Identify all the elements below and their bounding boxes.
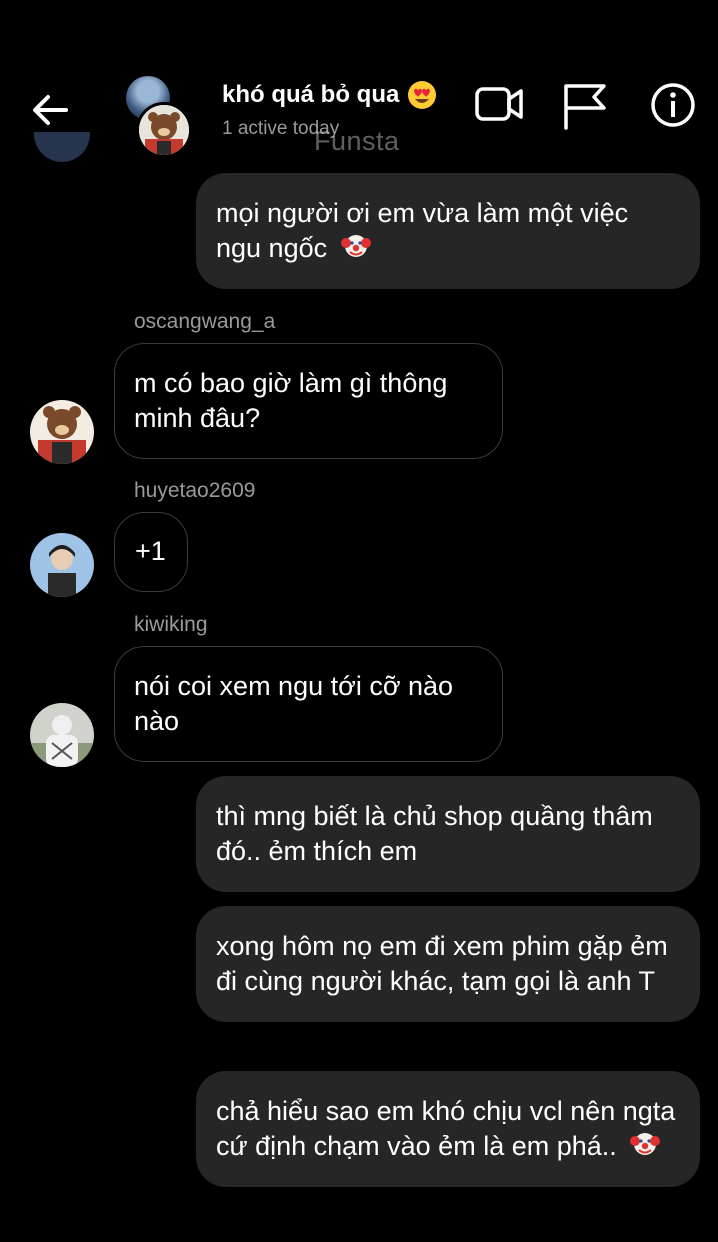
clown-emoji-icon [340, 235, 371, 257]
message-text: nói coi xem ngu tới cỡ nào nào [134, 671, 454, 736]
heart-eyes-emoji-icon [408, 81, 437, 109]
message-bubble-received[interactable]: m có bao giờ làm gì thông minh đâu? [114, 343, 503, 459]
chat-screen: khó quá bỏ qua 1 active today Funsta mọi… [0, 0, 718, 1242]
sender-username[interactable]: oscangwang_a [134, 310, 275, 334]
message-bubble-received[interactable]: +1 [114, 512, 188, 592]
watermark: Funsta [314, 126, 400, 156]
message-text: m có bao giờ làm gì thông minh đâu? [134, 368, 448, 433]
message-bubble-sent[interactable]: thì mng biết là chủ shop quầng thâm đó..… [196, 776, 700, 892]
sender-avatar[interactable] [30, 400, 94, 464]
info-icon[interactable] [650, 82, 696, 128]
message-bubble-sent[interactable]: chả hiểu sao em khó chịu vcl nên ngta cứ… [196, 1071, 700, 1187]
group-avatar[interactable] [126, 76, 196, 158]
flag-icon[interactable] [561, 82, 609, 130]
message-bubble-received[interactable]: nói coi xem ngu tới cỡ nào nào [114, 646, 503, 762]
chat-title: khó quá bỏ qua [222, 81, 400, 108]
sender-username[interactable]: huyetao2609 [134, 479, 255, 503]
member-avatar [136, 102, 192, 158]
back-arrow-icon[interactable] [30, 90, 70, 130]
sender-avatar[interactable] [30, 533, 94, 597]
message-text: +1 [135, 536, 166, 566]
sender-avatar[interactable] [30, 703, 94, 767]
message-text: chả hiểu sao em khó chịu vcl nên ngta cứ… [216, 1096, 676, 1161]
clown-emoji-icon [630, 1133, 661, 1155]
message-text: mọi người ơi em vừa làm một việc ngu ngố… [216, 198, 629, 263]
sender-username[interactable]: kiwiking [134, 613, 208, 637]
message-bubble-sent[interactable]: mọi người ơi em vừa làm một việc ngu ngố… [196, 173, 700, 289]
video-call-icon[interactable] [474, 82, 524, 126]
message-bubble-sent[interactable]: xong hôm nọ em đi xem phim gặp ẻm đi cùn… [196, 906, 700, 1022]
message-text: xong hôm nọ em đi xem phim gặp ẻm đi cùn… [216, 931, 668, 996]
message-text: thì mng biết là chủ shop quầng thâm đó..… [216, 801, 653, 866]
